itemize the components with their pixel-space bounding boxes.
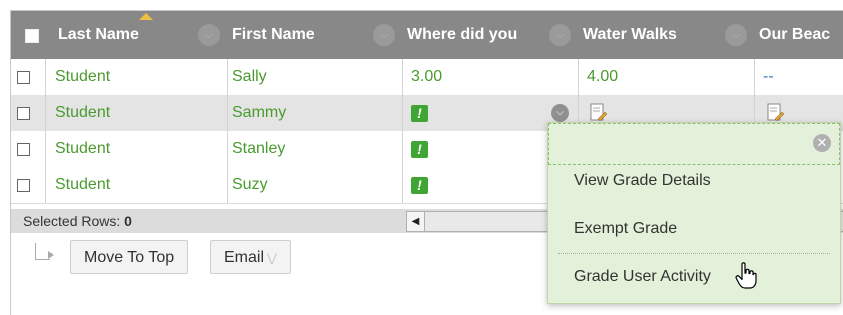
first-name-column-menu-icon[interactable]: ⌵	[373, 24, 395, 46]
selected-rows-label: Selected Rows:	[23, 213, 121, 229]
select-all-checkbox[interactable]	[25, 29, 39, 43]
first-name-cell[interactable]: Sammy	[232, 95, 286, 131]
first-name-cell[interactable]: Sally	[232, 59, 267, 95]
chevron-down-icon: ⋁	[267, 251, 277, 265]
selected-rows-status: Selected Rows: 0	[23, 209, 132, 233]
column-header-first-name[interactable]: First Name	[232, 11, 372, 59]
close-icon[interactable]: ✕	[813, 134, 831, 152]
table-row: Student Sally 3.00 4.00 --	[11, 59, 843, 96]
menu-item-grade-user-activity[interactable]: Grade User Activity	[574, 267, 711, 287]
elbow-arrow-icon	[48, 251, 54, 259]
last-name-cell[interactable]: Student	[55, 59, 110, 95]
column-header-our-beach[interactable]: Our Beac	[759, 11, 843, 59]
hand-cursor-icon	[735, 262, 757, 289]
last-name-column-menu-icon[interactable]: ⌵	[198, 24, 220, 46]
grade-cell[interactable]: --	[763, 59, 774, 95]
pencil-icon[interactable]	[767, 103, 784, 122]
last-name-cell[interactable]: Student	[55, 131, 110, 167]
where-column-menu-icon[interactable]: ⌵	[549, 24, 571, 46]
menu-item-view-grade-details[interactable]: View Grade Details	[574, 171, 711, 191]
last-name-cell[interactable]: Student	[55, 167, 110, 203]
first-name-cell[interactable]: Stanley	[232, 131, 285, 167]
row-checkbox[interactable]	[17, 107, 30, 120]
pencil-icon[interactable]	[590, 103, 607, 122]
needs-grading-icon[interactable]: !	[411, 105, 428, 122]
menu-divider	[558, 253, 830, 254]
grade-cell[interactable]: 4.00	[587, 59, 618, 95]
cell-menu-chevron-icon[interactable]: ⌵	[551, 104, 569, 122]
selected-rows-count: 0	[124, 213, 132, 229]
row-checkbox[interactable]	[17, 143, 30, 156]
grade-context-menu: ✕ View Grade Details Exempt Grade Grade …	[547, 122, 841, 304]
grade-cell[interactable]: 3.00	[411, 59, 442, 95]
column-header-water-walks[interactable]: Water Walks	[583, 11, 723, 59]
last-name-cell[interactable]: Student	[55, 95, 110, 131]
column-header-last-name[interactable]: Last Name	[58, 11, 198, 59]
menu-header: ✕	[548, 123, 840, 165]
move-to-top-button[interactable]: Move To Top	[70, 240, 189, 274]
water-walks-column-menu-icon[interactable]: ⌵	[725, 24, 747, 46]
row-checkbox[interactable]	[17, 179, 30, 192]
menu-item-exempt-grade[interactable]: Exempt Grade	[574, 219, 677, 239]
row-checkbox[interactable]	[17, 71, 30, 84]
first-name-cell[interactable]: Suzy	[232, 167, 268, 203]
needs-grading-icon[interactable]: !	[411, 141, 428, 158]
email-button-label: Email	[224, 249, 265, 266]
grid-header: Last Name ⌵ First Name ⌵ Where did you ⌵…	[11, 11, 843, 59]
email-button[interactable]: Email ⋁	[210, 240, 291, 274]
needs-grading-icon[interactable]: !	[411, 177, 428, 194]
scroll-left-arrow-icon[interactable]: ◀	[407, 212, 425, 231]
column-header-where-did-you[interactable]: Where did you	[407, 11, 547, 59]
